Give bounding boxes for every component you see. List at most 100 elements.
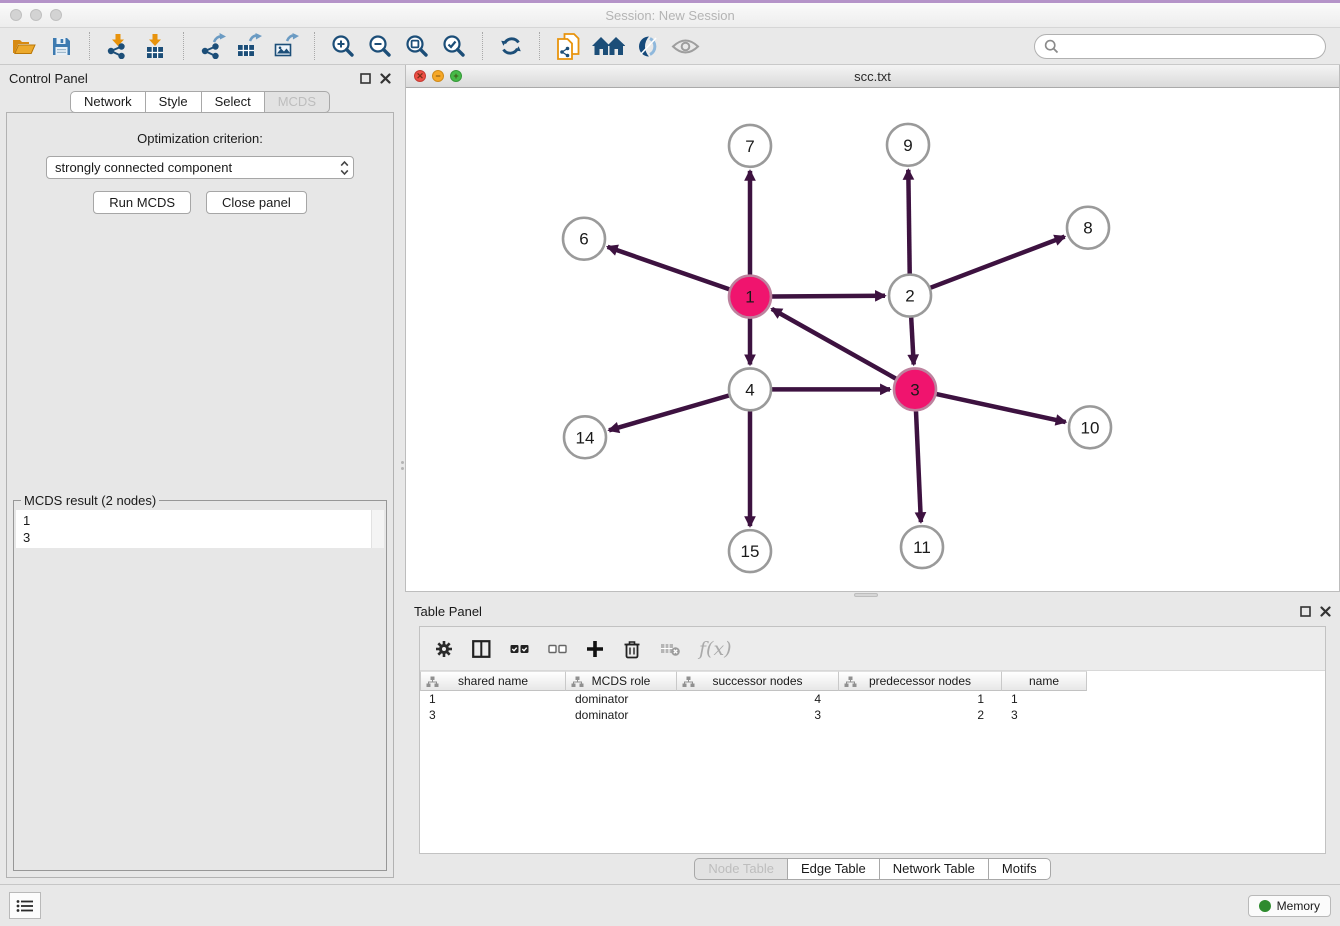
graph-node-11[interactable]: 11 <box>901 526 943 568</box>
column-header-name[interactable]: name <box>1002 671 1087 691</box>
tab-network-table[interactable]: Network Table <box>879 858 989 880</box>
export-image-icon[interactable] <box>272 31 300 61</box>
graph-node-14[interactable]: 14 <box>564 416 606 458</box>
graph-node-2[interactable]: 2 <box>889 275 931 317</box>
horizontal-splitter[interactable] <box>405 592 1340 598</box>
graph-node-4[interactable]: 4 <box>729 368 771 410</box>
tab-motifs[interactable]: Motifs <box>988 858 1051 880</box>
close-panel-button[interactable]: Close panel <box>206 191 307 214</box>
tab-network[interactable]: Network <box>70 91 146 113</box>
network-maximize-button[interactable]: + <box>450 70 462 82</box>
vertical-splitter[interactable] <box>400 65 405 884</box>
search-input[interactable] <box>1064 39 1316 54</box>
open-session-folder-icon[interactable] <box>10 31 38 61</box>
table-cell[interactable]: 4 <box>677 692 839 706</box>
show-columns-icon[interactable] <box>472 640 491 658</box>
toolbar-separator <box>183 32 184 60</box>
close-table-panel-icon[interactable] <box>1320 606 1331 617</box>
network-close-button[interactable]: ✕ <box>414 70 426 82</box>
import-table-icon[interactable] <box>141 31 169 61</box>
tab-mcds[interactable]: MCDS <box>264 91 330 113</box>
network-minimize-button[interactable]: − <box>432 70 444 82</box>
memory-button[interactable]: Memory <box>1248 895 1331 917</box>
refresh-layout-icon[interactable] <box>497 31 525 61</box>
export-network-icon[interactable] <box>198 31 226 61</box>
graph-edge-4-14[interactable] <box>609 395 729 430</box>
first-neighbors-icon[interactable] <box>591 31 625 61</box>
search-box <box>1034 34 1326 59</box>
network-analyzer-icon[interactable] <box>634 31 662 61</box>
table-settings-gear-icon[interactable] <box>435 640 453 658</box>
graph-node-6[interactable]: 6 <box>563 218 605 260</box>
export-table-icon[interactable] <box>235 31 263 61</box>
graph-node-7[interactable]: 7 <box>729 125 771 167</box>
graph-edge-1-2[interactable] <box>772 296 885 297</box>
graph-edge-3-10[interactable] <box>937 394 1066 422</box>
import-network-icon[interactable] <box>104 31 132 61</box>
network-canvas[interactable]: 7 9 6 8 1 2 4 3 14 10 15 11 <box>406 88 1339 591</box>
tab-edge-table[interactable]: Edge Table <box>787 858 880 880</box>
main-area: Control Panel Network Style Select MCDS … <box>0 65 1340 884</box>
close-panel-icon[interactable] <box>380 73 391 84</box>
tab-select[interactable]: Select <box>201 91 265 113</box>
column-header-shared-name[interactable]: shared name <box>420 671 566 691</box>
graph-node-1[interactable]: 1 <box>729 276 771 318</box>
svg-text:7: 7 <box>745 137 754 156</box>
run-mcds-button[interactable]: Run MCDS <box>93 191 191 214</box>
table-cell[interactable]: 1 <box>420 692 566 706</box>
toolbar-separator <box>482 32 483 60</box>
save-session-icon[interactable] <box>47 31 75 61</box>
result-scrollbar[interactable] <box>371 510 384 548</box>
tab-node-table[interactable]: Node Table <box>694 858 788 880</box>
graph-edge-2-3[interactable] <box>911 318 914 365</box>
table-cell[interactable]: dominator <box>566 692 677 706</box>
graph-edge-2-8[interactable] <box>931 237 1065 288</box>
toolbar-separator <box>89 32 90 60</box>
float-panel-icon[interactable] <box>360 73 371 84</box>
zoom-fit-icon[interactable] <box>403 31 431 61</box>
graph-edge-1-6[interactable] <box>608 247 730 289</box>
task-history-button[interactable] <box>9 892 41 919</box>
float-table-panel-icon[interactable] <box>1300 606 1311 617</box>
table-cell[interactable]: 2 <box>839 708 1002 722</box>
table-row: 3dominator323 <box>420 707 1325 723</box>
show-hide-eye-icon[interactable] <box>671 31 700 61</box>
delete-column-trash-icon[interactable] <box>623 639 641 659</box>
mcds-result-list[interactable]: 1 3 <box>16 510 384 548</box>
tab-style[interactable]: Style <box>145 91 202 113</box>
graph-edge-2-9[interactable] <box>908 170 909 274</box>
column-tree-icon <box>844 676 857 688</box>
table-cell[interactable]: 3 <box>420 708 566 722</box>
column-header-mcds-role[interactable]: MCDS role <box>566 671 677 691</box>
zoom-selected-icon[interactable] <box>440 31 468 61</box>
table-cell[interactable]: 1 <box>839 692 1002 706</box>
mcds-buttons: Run MCDS Close panel <box>7 191 393 214</box>
graph-node-3[interactable]: 3 <box>894 368 936 410</box>
graph-node-10[interactable]: 10 <box>1069 406 1111 448</box>
graph-node-15[interactable]: 15 <box>729 530 771 572</box>
table-toolbar: f(x) <box>420 627 1325 671</box>
table-cell[interactable]: dominator <box>566 708 677 722</box>
zoom-out-icon[interactable] <box>366 31 394 61</box>
criterion-dropdown[interactable]: strongly connected component <box>46 156 354 179</box>
graph-node-9[interactable]: 9 <box>887 124 929 166</box>
titlebar: Session: New Session <box>0 0 1340 28</box>
new-network-from-selection-icon[interactable] <box>554 31 582 61</box>
mcds-result-legend: MCDS result (2 nodes) <box>21 493 159 508</box>
column-header-predecessor-nodes[interactable]: predecessor nodes <box>839 671 1002 691</box>
table-cell[interactable]: 1 <box>1002 692 1087 706</box>
table-cell[interactable]: 3 <box>677 708 839 722</box>
zoom-in-icon[interactable] <box>329 31 357 61</box>
create-column-plus-icon[interactable] <box>586 640 604 658</box>
table-cell[interactable]: 3 <box>1002 708 1087 722</box>
mcds-tab-content: Optimization criterion: strongly connect… <box>6 112 394 878</box>
graph-edge-3-1[interactable] <box>772 309 896 379</box>
column-header-successor-nodes[interactable]: successor nodes <box>677 671 839 691</box>
select-all-columns-icon[interactable] <box>510 640 529 658</box>
deselect-all-columns-icon[interactable] <box>548 640 567 658</box>
control-panel-header: Control Panel <box>0 65 400 91</box>
graph-edge-3-11[interactable] <box>916 411 921 522</box>
memory-status-icon <box>1259 900 1271 912</box>
graph-node-8[interactable]: 8 <box>1067 207 1109 249</box>
memory-label: Memory <box>1277 899 1320 913</box>
